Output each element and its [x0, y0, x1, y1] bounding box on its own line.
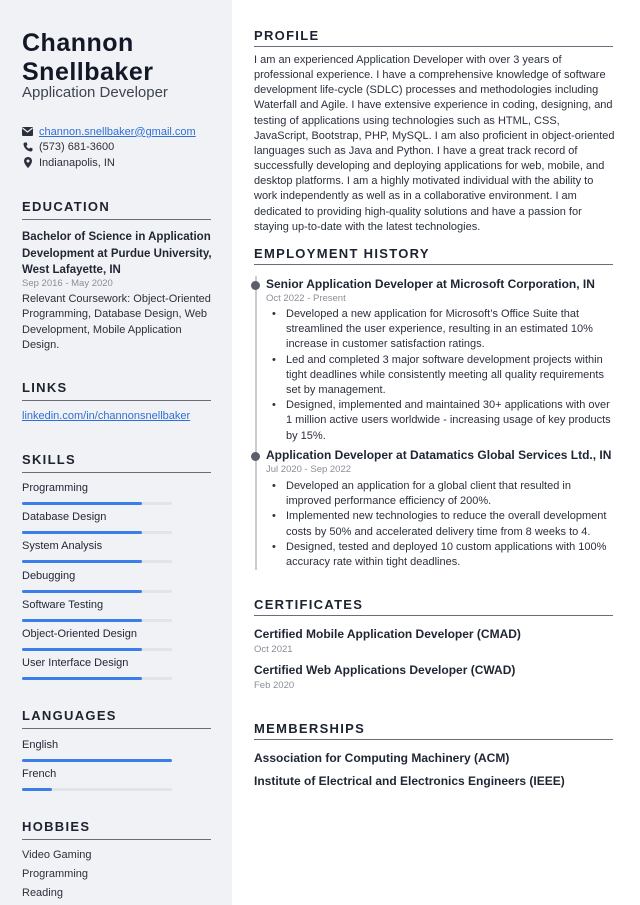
language-level-track: [22, 759, 172, 762]
languages-heading: LANGUAGES: [22, 708, 211, 729]
hobby-item: Video Gaming: [22, 849, 92, 861]
main-content: PROFILE I am an experienced Application …: [232, 0, 640, 905]
last-name: Snellbaker: [22, 58, 154, 86]
education-description: Relevant Coursework: Object-Oriented Pro…: [22, 293, 211, 351]
skill-label: Programming: [22, 482, 89, 494]
certificate-date: Feb 2020: [254, 680, 295, 691]
skill-item: Debugging: [22, 569, 212, 593]
skill-item: Programming: [22, 481, 212, 505]
skill-level-fill: [22, 531, 142, 535]
memberships-heading: MEMBERSHIPS: [254, 721, 613, 740]
skill-level-track: [22, 531, 172, 535]
job-title-2: Application Developer at Datamatics Glob…: [266, 448, 612, 462]
skill-label: Debugging: [22, 569, 76, 582]
language-level-fill: [22, 759, 172, 762]
timeline-dot: [251, 281, 260, 290]
phone-icon: [22, 142, 33, 153]
skill-item: Software Testing: [22, 598, 212, 622]
skill-item: System Analysis: [22, 539, 212, 564]
contact-phone: (573) 681-3600: [22, 140, 222, 156]
first-name: Channon: [22, 29, 134, 57]
candidate-name: Channon Snellbaker: [22, 29, 153, 87]
language-item: English: [22, 738, 212, 762]
skill-level-fill: [22, 618, 142, 622]
skill-level-track: [22, 502, 172, 505]
membership-item: Association for Computing Machinery (ACM…: [254, 751, 510, 765]
certificate-title: Certified Web Applications Developer (CW…: [254, 663, 516, 677]
skill-level-track: [22, 618, 172, 622]
skill-item: User Interface Design: [22, 656, 212, 681]
job-bullet: Implemented new technologies to reduce t…: [266, 509, 618, 539]
phone-text: (573) 681-3600: [39, 141, 115, 154]
job-bullet: Designed, tested and deployed 10 custom …: [266, 540, 618, 570]
skills-heading: SKILLS: [22, 452, 211, 473]
skill-item: Database Design: [22, 510, 212, 535]
timeline-line: [255, 276, 257, 570]
location-text: Indianapolis, IN: [39, 156, 115, 169]
skill-level-fill: [22, 677, 142, 681]
certificate-title: Certified Mobile Application Developer (…: [254, 627, 521, 641]
job-bullet: Designed, implemented and maintained 30+…: [266, 398, 618, 444]
language-label: English: [22, 739, 59, 751]
hobby-item: Programming: [22, 868, 89, 880]
certificates-heading: CERTIFICATES: [254, 597, 613, 616]
skill-level-track: [22, 589, 172, 593]
contact-email: channon.snellbaker@gmail.com: [22, 124, 222, 140]
education-degree: Bachelor of Science in Application Devel…: [22, 231, 212, 276]
skill-level-track: [22, 648, 172, 651]
skill-level-fill: [22, 589, 142, 593]
skill-label: Software Testing: [22, 598, 104, 611]
certificate-date: Oct 2021: [254, 644, 293, 655]
hobbies-heading: HOBBIES: [22, 819, 211, 840]
contact-location: Indianapolis, IN: [22, 155, 222, 171]
map-pin-icon: [22, 157, 33, 169]
contact-info: channon.snellbaker@gmail.com (573) 681-3…: [22, 124, 222, 171]
employment-heading: EMPLOYMENT HISTORY: [254, 246, 613, 265]
envelope-icon: [22, 126, 33, 137]
skill-level-track: [22, 677, 172, 681]
education-dates: Sep 2016 - May 2020: [22, 278, 113, 289]
job-title: Application Developer: [22, 84, 168, 101]
job-title-1: Senior Application Developer at Microsof…: [266, 277, 595, 291]
skill-level-fill: [22, 502, 142, 505]
sidebar: Channon Snellbaker Application Developer…: [0, 0, 232, 905]
job-bullet: Developed an application for a global cl…: [266, 479, 618, 509]
language-label: French: [22, 768, 57, 781]
timeline-dot: [251, 452, 260, 461]
language-item: French: [22, 767, 212, 792]
skill-level-fill: [22, 648, 142, 651]
job-bullet: Led and completed 3 major software devel…: [266, 353, 618, 399]
membership-item: Institute of Electrical and Electronics …: [254, 774, 565, 788]
profile-heading: PROFILE: [254, 28, 613, 47]
job-dates-2: Jul 2020 - Sep 2022: [266, 464, 352, 475]
job-dates-1: Oct 2022 - Present: [266, 293, 346, 304]
skill-level-fill: [22, 560, 142, 564]
job-bullets-2: Developed an application for a global cl…: [266, 479, 618, 570]
skill-label: Object-Oriented Design: [22, 628, 137, 640]
education-heading: EDUCATION: [22, 199, 211, 220]
skill-label: Database Design: [22, 511, 107, 524]
hobby-item: Reading: [22, 887, 63, 899]
language-level-track: [22, 788, 172, 792]
skill-level-track: [22, 560, 172, 564]
links-heading: LINKS: [22, 380, 211, 401]
linkedin-link[interactable]: linkedin.com/in/channonsnellbaker: [22, 410, 190, 422]
email-link[interactable]: channon.snellbaker@gmail.com: [39, 126, 196, 138]
job-bullets-1: Developed a new application for Microsof…: [266, 307, 618, 444]
language-level-fill: [22, 788, 52, 792]
profile-text: I am an experienced Application Develope…: [254, 54, 615, 233]
skill-label: System Analysis: [22, 540, 103, 553]
skill-label: User Interface Design: [22, 657, 129, 670]
skill-item: Object-Oriented Design: [22, 627, 212, 651]
job-bullet: Developed a new application for Microsof…: [266, 307, 618, 353]
